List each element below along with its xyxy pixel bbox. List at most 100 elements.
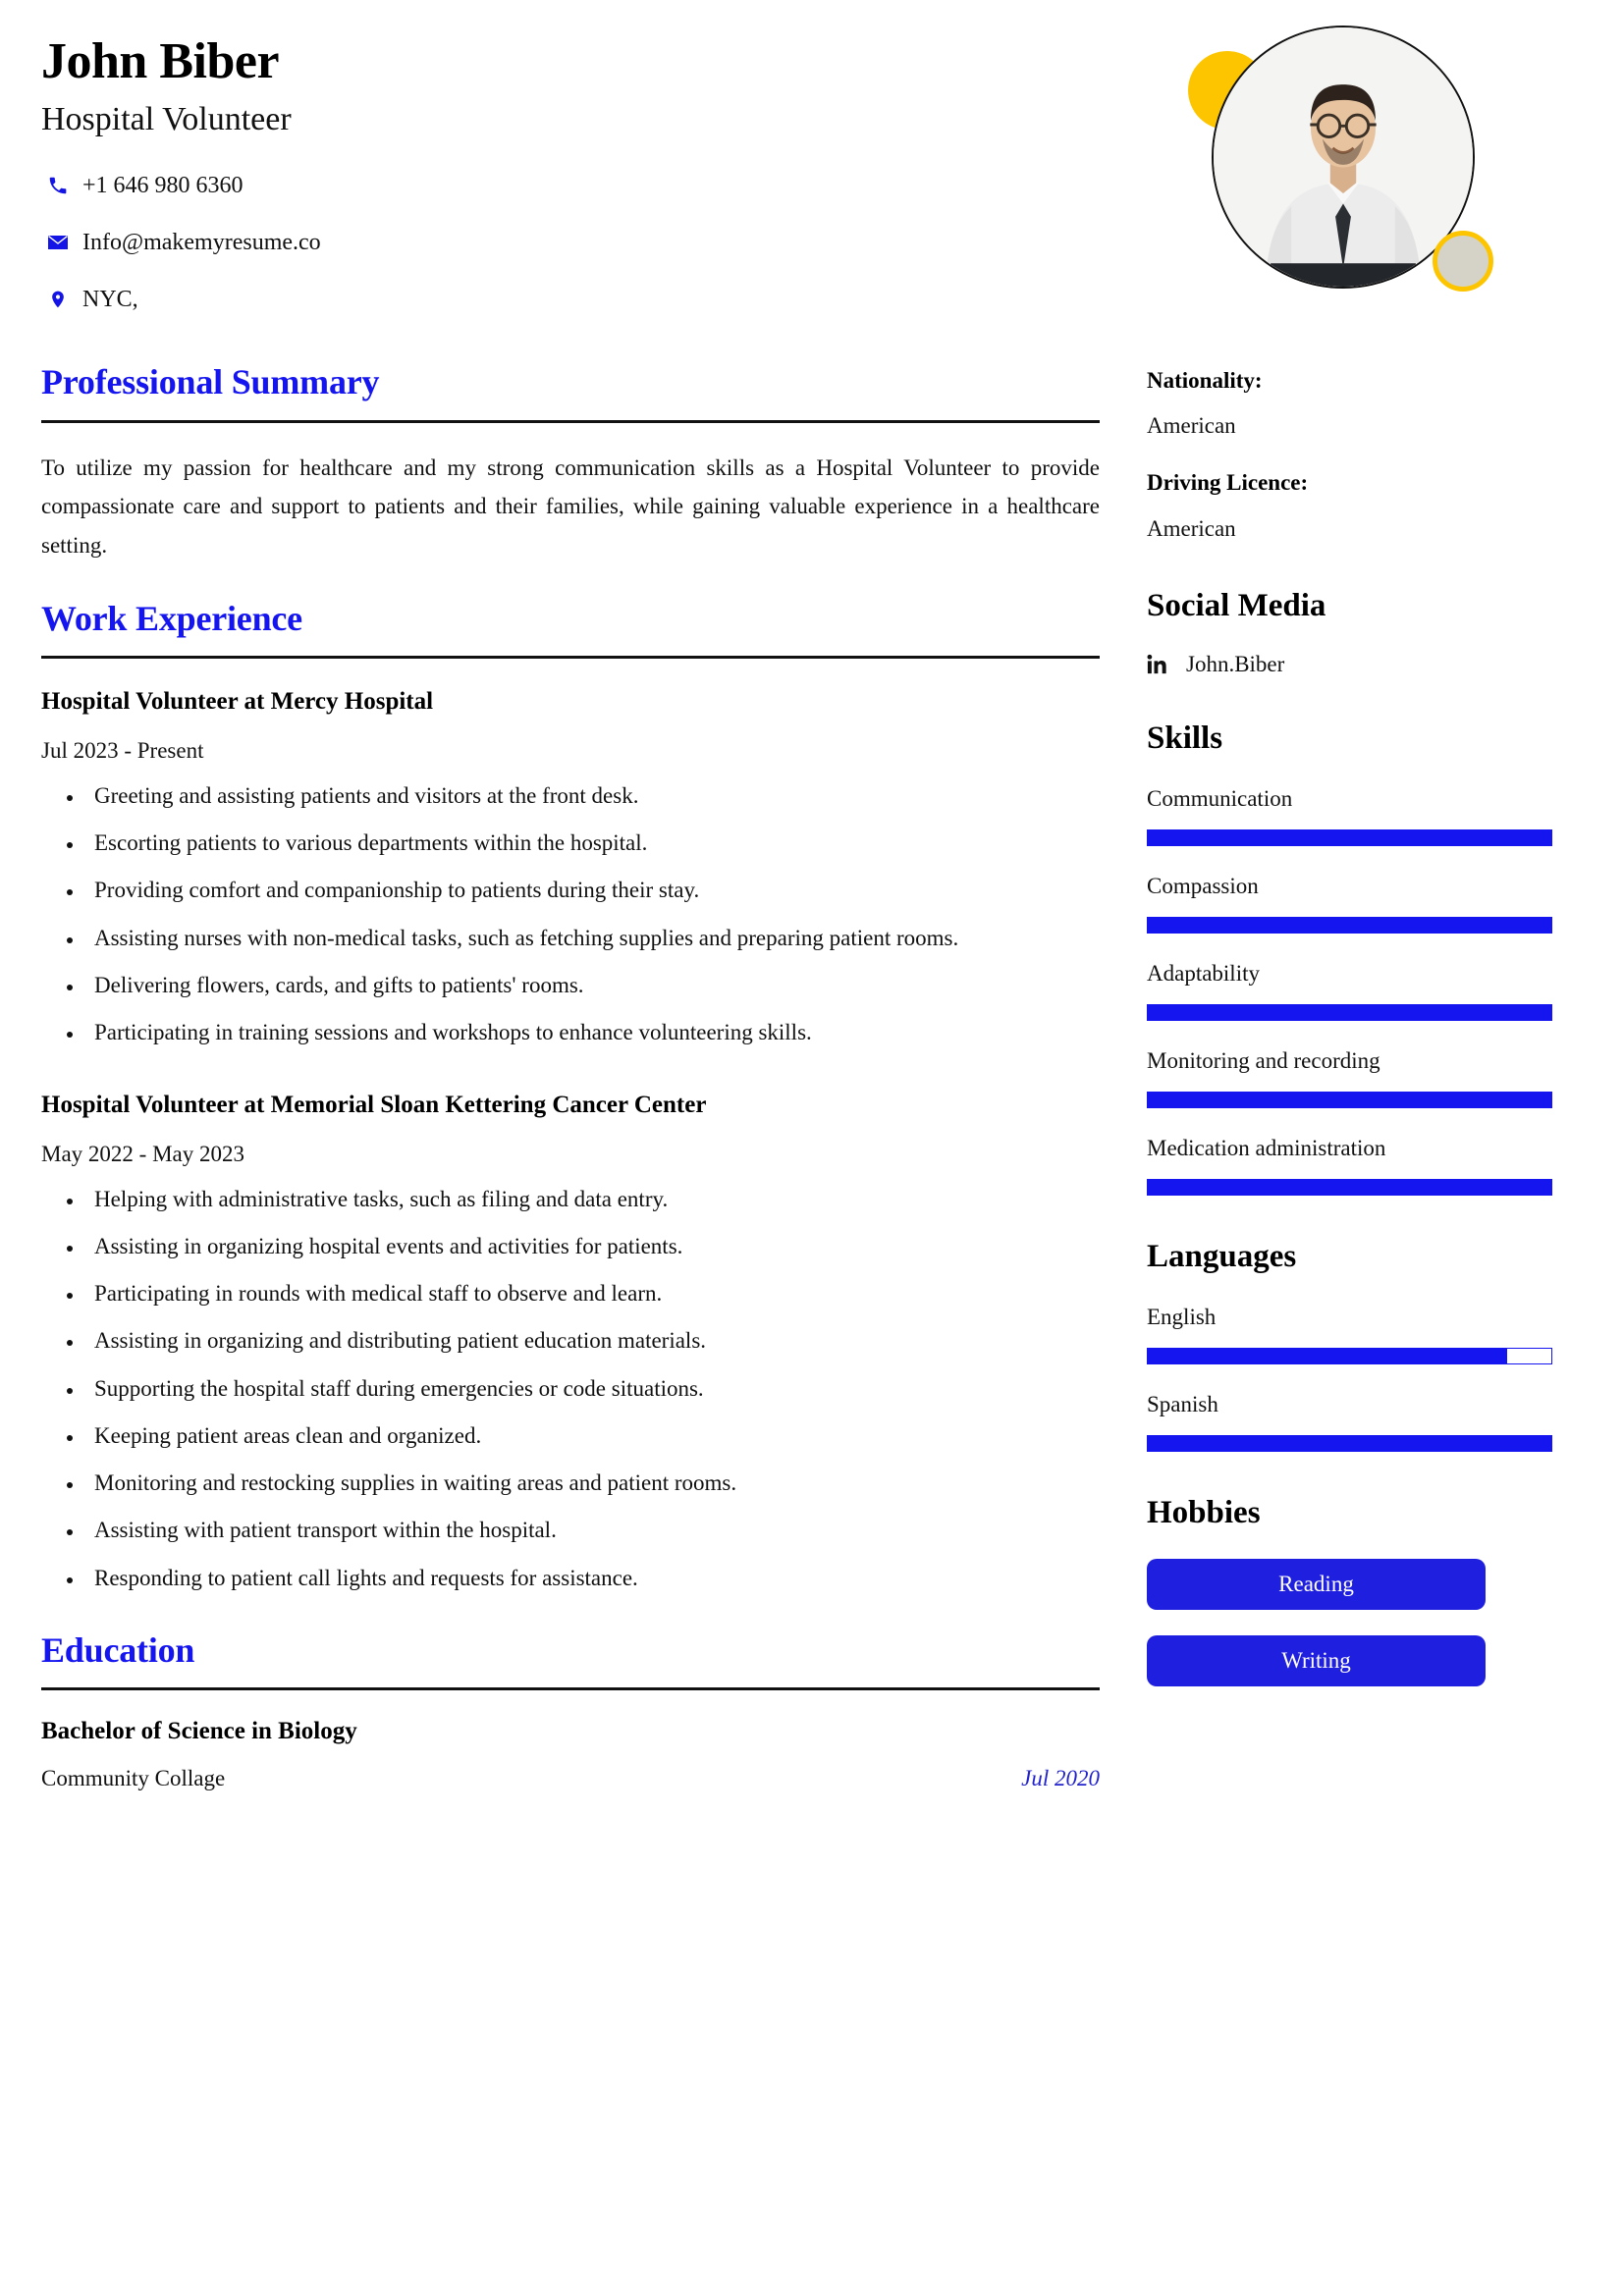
language-bar	[1147, 1434, 1552, 1452]
skill: Communication	[1147, 784, 1594, 847]
skills-list: Communication Compassion Adaptability Monit…	[1147, 784, 1594, 1196]
linkedin-icon	[1147, 654, 1172, 675]
sidebar-title-social-media: Social Media	[1147, 587, 1326, 623]
skill-bar-fill	[1148, 1004, 1551, 1020]
skill: Adaptability	[1147, 959, 1594, 1021]
education-date: Jul 2020	[1021, 1765, 1100, 1790]
list-item: Supporting the hospital staff during eme…	[84, 1370, 1100, 1407]
education-degree: Bachelor of Science in Biology	[41, 1718, 357, 1745]
summary-text: To utilize my passion for healthcare and…	[41, 454, 1100, 558]
skill-bar	[1147, 829, 1552, 847]
list-item: Escorting patients to various department…	[84, 825, 1100, 861]
driving-licence-value: American	[1147, 515, 1236, 541]
skill-bar-fill	[1148, 1092, 1551, 1107]
language-label: English	[1147, 1304, 1217, 1329]
hobby-chip[interactable]: Reading	[1147, 1558, 1486, 1610]
section-title-work: Work Experience	[41, 599, 302, 639]
language-bar-fill	[1148, 1348, 1507, 1363]
main-column: John Biber Hospital Volunteer +1 646 980…	[0, 0, 1147, 2296]
contact-location[interactable]: NYC,	[41, 271, 1147, 328]
skill-label: Monitoring and recording	[1147, 1047, 1380, 1073]
hobbies-list: Reading Writing	[1147, 1558, 1594, 1686]
skill: Medication administration	[1147, 1134, 1594, 1196]
hobby-chip[interactable]: Writing	[1147, 1634, 1486, 1686]
section-professional-summary: Professional Summary To utilize my passi…	[41, 361, 1147, 564]
contact-location-text: NYC,	[82, 287, 138, 313]
education-row: Community Collage Jul 2020	[41, 1766, 1100, 1791]
work-item-bullets: Helping with administrative tasks, such …	[41, 1181, 1100, 1596]
education-item: Bachelor of Science in Biology Community …	[41, 1716, 1147, 1791]
list-item: Assisting nurses with non-medical tasks,…	[84, 920, 1100, 956]
social-item-name: John.Biber	[1186, 652, 1285, 676]
skill-bar-fill	[1148, 830, 1551, 846]
driving-licence-label: Driving Licence:	[1147, 470, 1309, 496]
field-driving-licence: Driving Licence: American	[1147, 467, 1594, 544]
contact-list: +1 646 980 6360 Info@makemyresume.co NYC…	[41, 157, 1147, 328]
map-pin-icon	[41, 288, 75, 311]
list-item: Greeting and assisting patients and visi…	[84, 777, 1100, 814]
nationality-value: American	[1147, 413, 1236, 439]
sidebar-title-languages: Languages	[1147, 1238, 1297, 1274]
language-bar-fill	[1148, 1435, 1551, 1451]
portrait-illustration-icon	[1214, 27, 1473, 287]
phone-icon	[41, 175, 75, 196]
section-title-education: Education	[41, 1629, 195, 1670]
languages-list: English Spanish	[1147, 1303, 1594, 1452]
skill-label: Compassion	[1147, 874, 1259, 899]
sidebar-title-hobbies: Hobbies	[1147, 1494, 1261, 1530]
list-item: Helping with administrative tasks, such …	[84, 1181, 1100, 1217]
work-item-bullets: Greeting and assisting patients and visi…	[41, 777, 1100, 1051]
section-divider	[41, 419, 1100, 423]
contact-email-text: Info@makemyresume.co	[82, 230, 321, 256]
skill-label: Medication administration	[1147, 1135, 1386, 1160]
skill-bar	[1147, 1178, 1552, 1196]
sidebar: Nationality: American Driving Licence: A…	[1147, 0, 1623, 2296]
sidebar-title-skills: Skills	[1147, 721, 1223, 756]
skill-bar	[1147, 917, 1552, 934]
section-title-summary: Professional Summary	[41, 362, 380, 402]
work-item-heading: Hospital Volunteer at Mercy Hospital	[41, 688, 434, 716]
section-work-experience: Work Experience Hospital Volunteer at Me…	[41, 598, 1147, 1596]
work-item-dates: Jul 2023 - Present	[41, 737, 204, 763]
work-item: Hospital Volunteer at Mercy Hospital Jul …	[41, 686, 1147, 1050]
list-item: Responding to patient call lights and re…	[84, 1560, 1100, 1596]
field-nationality: Nationality: American	[1147, 365, 1594, 442]
work-item: Hospital Volunteer at Memorial Sloan Ket…	[41, 1090, 1147, 1596]
work-list: Hospital Volunteer at Mercy Hospital Jul …	[41, 686, 1147, 1596]
section-divider	[41, 1687, 1100, 1691]
education-school: Community Collage	[41, 1765, 226, 1790]
education-list: Bachelor of Science in Biology Community …	[41, 1716, 1147, 1791]
language-bar	[1147, 1347, 1552, 1364]
skill-bar-fill	[1148, 918, 1551, 934]
envelope-icon	[41, 231, 75, 254]
work-item-heading: Hospital Volunteer at Memorial Sloan Ket…	[41, 1092, 707, 1119]
page-title: John Biber	[41, 33, 280, 89]
language-label: Spanish	[1147, 1391, 1218, 1416]
language: Spanish	[1147, 1390, 1594, 1452]
list-item: Providing comfort and companionship to p…	[84, 872, 1100, 908]
list-item: Participating in rounds with medical sta…	[84, 1275, 1100, 1311]
photo-block	[1164, 16, 1557, 340]
list-item: Delivering flowers, cards, and gifts to …	[84, 967, 1100, 1003]
section-divider	[41, 656, 1100, 660]
resume-page: John Biber Hospital Volunteer +1 646 980…	[0, 0, 1623, 2296]
job-title: Hospital Volunteer	[41, 101, 292, 138]
list-item: Assisting in organizing and distributing…	[84, 1322, 1100, 1359]
skill: Monitoring and recording	[1147, 1046, 1594, 1108]
contact-phone[interactable]: +1 646 980 6360	[41, 157, 1147, 214]
social-list: John.Biber	[1147, 652, 1594, 677]
contact-phone-text: +1 646 980 6360	[82, 173, 243, 199]
skill-bar	[1147, 1003, 1552, 1021]
nationality-label: Nationality:	[1147, 368, 1263, 393]
list-item: Keeping patient areas clean and organize…	[84, 1417, 1100, 1454]
skill-bar-fill	[1148, 1179, 1551, 1195]
list-item: Assisting in organizing hospital events …	[84, 1228, 1100, 1264]
decorative-ring-circle-icon	[1433, 231, 1493, 292]
skill-label: Communication	[1147, 786, 1293, 812]
list-item: Assisting with patient transport within …	[84, 1512, 1100, 1548]
social-item[interactable]: John.Biber	[1147, 652, 1594, 677]
work-item-dates: May 2022 - May 2023	[41, 1141, 244, 1166]
list-item: Participating in training sessions and w…	[84, 1014, 1100, 1050]
list-item: Monitoring and restocking supplies in wa…	[84, 1465, 1100, 1501]
contact-email[interactable]: Info@makemyresume.co	[41, 214, 1147, 271]
